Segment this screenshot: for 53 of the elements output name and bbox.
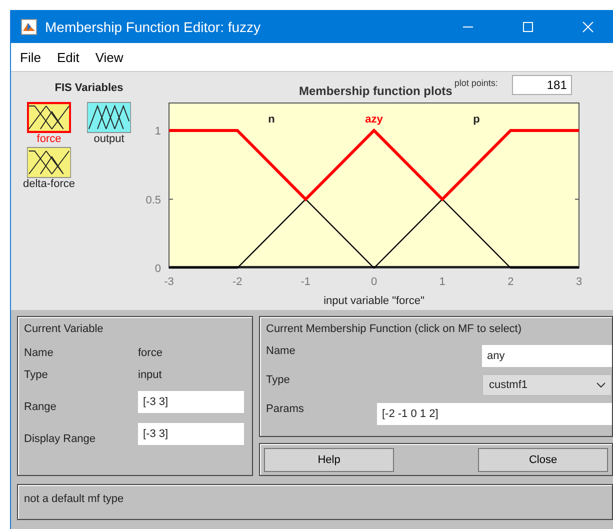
- variable-label: force: [36, 133, 62, 145]
- x-tick-label: 0: [370, 276, 378, 288]
- range-field[interactable]: [-3 3]: [138, 391, 244, 413]
- y-tick-label: 0: [154, 263, 161, 275]
- panel-title: Current Membership Function (click on MF to select): [266, 323, 523, 335]
- close-icon[interactable]: [582, 20, 594, 32]
- menu-item[interactable]: Edit: [56, 50, 80, 64]
- variable-label: delta-force: [23, 178, 75, 190]
- params-field[interactable]: [-2 -1 0 1 2]: [377, 403, 612, 425]
- x-tick-label: 1: [439, 276, 446, 288]
- field-label: Type: [24, 369, 49, 381]
- dialog-button[interactable]: Help: [264, 448, 394, 472]
- maximize-icon[interactable]: [522, 20, 534, 32]
- panel-title: FIS Variables: [54, 82, 124, 94]
- plot-points-label: plot points:: [454, 78, 498, 88]
- variable-type: input: [138, 369, 163, 381]
- panel-title: Current Variable: [24, 323, 104, 335]
- x-axis-label: input variable "force": [324, 295, 424, 307]
- app-icon: [21, 18, 37, 34]
- mf-label[interactable]: n: [268, 114, 275, 126]
- y-tick-label: 0.5: [146, 194, 161, 206]
- mf-type-dropdown[interactable]: custmf1: [482, 374, 612, 396]
- x-tick-label: 2: [508, 276, 514, 288]
- mf-name-field[interactable]: any: [482, 345, 612, 367]
- field-label: Range: [24, 401, 58, 413]
- mf-line[interactable]: [169, 198, 579, 269]
- membership-icon[interactable]: [27, 102, 71, 133]
- chevron-icon: [596, 382, 606, 388]
- status-message: not a default mf type: [24, 493, 124, 505]
- selected-mf-line[interactable]: [169, 128, 579, 202]
- menu-item[interactable]: View: [95, 50, 124, 64]
- menu-item[interactable]: File: [20, 50, 41, 64]
- field-label: Type: [266, 374, 290, 386]
- field-label: Params: [266, 403, 304, 415]
- x-tick-label: -3: [164, 276, 174, 288]
- membership-icon[interactable]: [87, 102, 131, 133]
- display-range-field[interactable]: [-3 3]: [138, 423, 244, 445]
- y-tick-label: 1: [154, 126, 161, 138]
- field-label: Name: [24, 347, 54, 359]
- plot-title: Membership function plots: [299, 84, 452, 98]
- window-title: Membership Function Editor: fuzzy: [45, 18, 262, 34]
- mf-label[interactable]: azy: [365, 114, 383, 126]
- membership-icon[interactable]: [27, 147, 71, 178]
- field-label: Name: [266, 345, 296, 357]
- variable-name: force: [138, 347, 164, 359]
- x-tick-label: -1: [300, 276, 311, 288]
- mf-label[interactable]: p: [473, 114, 480, 126]
- x-tick-label: 3: [576, 276, 582, 288]
- x-tick-label: -2: [232, 276, 242, 288]
- field-label: Display Range: [24, 433, 97, 445]
- plot-points-field[interactable]: 181: [512, 75, 572, 95]
- variable-label: output: [94, 133, 124, 145]
- dialog-button[interactable]: Close: [478, 448, 608, 472]
